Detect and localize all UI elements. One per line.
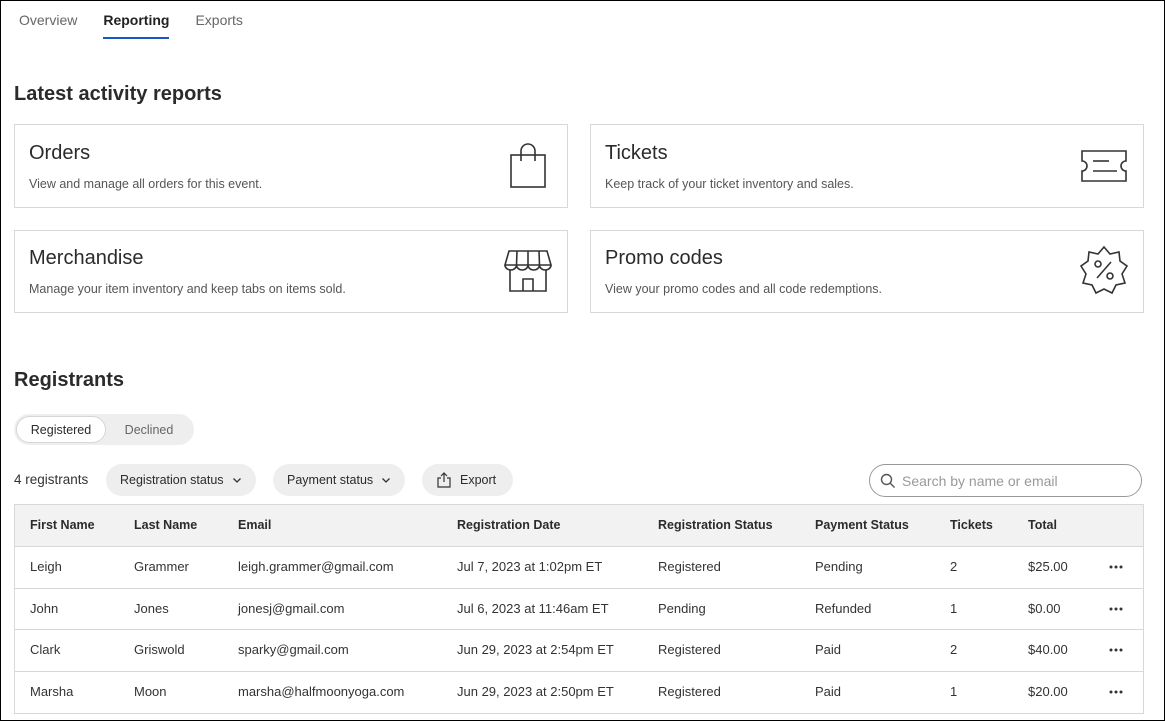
card-title: Tickets	[605, 142, 668, 164]
ticket-icon	[1081, 150, 1127, 182]
cell-registration-status: Registered	[658, 683, 721, 699]
registrants-table: First Name Last Name Email Registration …	[14, 504, 1144, 714]
registrants-heading: Registrants	[14, 369, 125, 391]
shopping-bag-icon	[510, 143, 546, 188]
cell-total: $0.00	[1028, 600, 1061, 616]
cell-email: marsha@halfmoonyoga.com	[238, 683, 405, 699]
filter-label: Payment status	[287, 473, 374, 487]
tickets-report-card[interactable]: Tickets Keep track of your ticket invent…	[590, 124, 1144, 208]
more-options-icon[interactable]	[1105, 639, 1127, 661]
column-header-registration-status[interactable]: Registration Status	[658, 518, 773, 532]
cell-total: $40.00	[1028, 642, 1068, 657]
export-button[interactable]: Export	[422, 464, 513, 496]
cell-total: $20.00	[1028, 683, 1068, 699]
card-title: Merchandise	[29, 247, 144, 269]
cell-last-name: Grammer	[134, 559, 189, 574]
cell-first-name: Leigh	[30, 559, 62, 574]
column-header-last-name[interactable]: Last Name	[134, 518, 197, 532]
toggle-declined[interactable]: Declined	[106, 416, 192, 443]
search-field[interactable]	[869, 464, 1142, 497]
cell-registration-date: Jul 6, 2023 at 11:46am ET	[457, 600, 609, 616]
search-icon	[880, 473, 895, 488]
cell-last-name: Griswold	[134, 642, 185, 657]
cell-first-name: John	[30, 600, 59, 616]
column-header-email[interactable]: Email	[238, 518, 271, 532]
merchandise-report-card[interactable]: Merchandise Manage your item inventory a…	[14, 230, 568, 313]
card-description: View and manage all orders for this even…	[29, 177, 263, 191]
share-export-icon	[437, 472, 451, 488]
cell-registration-status: Registered	[658, 642, 721, 657]
filter-label: Registration status	[120, 473, 224, 487]
card-description: Manage your item inventory and keep tabs…	[29, 282, 346, 296]
cell-tickets: 2	[950, 559, 958, 574]
cell-last-name: Jones	[134, 600, 169, 616]
cell-first-name: Clark	[30, 642, 61, 657]
table-row[interactable]: John Jones jonesj@gmail.com Jul 6, 2023 …	[15, 589, 1143, 630]
column-header-tickets[interactable]: Tickets	[950, 518, 993, 532]
table-row[interactable]: Clark Griswold sparky@gmail.com Jun 29, …	[15, 630, 1143, 672]
chevron-down-icon	[232, 478, 241, 483]
column-header-registration-date[interactable]: Registration Date	[457, 518, 561, 532]
cell-email: leigh.grammer@gmail.com	[238, 559, 394, 574]
cell-payment-status: Pending	[815, 559, 863, 574]
orders-report-card[interactable]: Orders View and manage all orders for th…	[14, 124, 568, 208]
payment-status-filter[interactable]: Payment status	[273, 464, 406, 496]
column-header-first-name[interactable]: First Name	[30, 518, 95, 532]
card-description: Keep track of your ticket inventory and …	[605, 177, 854, 191]
table-row[interactable]: Marsha Moon marsha@halfmoonyoga.com Jun …	[15, 672, 1143, 714]
column-header-payment-status[interactable]: Payment Status	[815, 518, 909, 532]
storefront-icon	[503, 250, 553, 292]
export-label: Export	[460, 473, 497, 487]
cell-payment-status: Paid	[815, 683, 842, 699]
activity-reports-heading: Latest activity reports	[14, 83, 222, 105]
card-title: Orders	[29, 142, 91, 164]
cell-tickets: 1	[950, 600, 958, 616]
cell-tickets: 1	[950, 683, 958, 699]
card-description: View your promo codes and all code redem…	[605, 282, 883, 296]
more-options-icon[interactable]	[1105, 681, 1127, 703]
cell-registration-date: Jun 29, 2023 at 2:50pm ET	[457, 683, 614, 699]
search-input[interactable]	[902, 472, 1132, 489]
registrant-count: 4 registrants	[14, 472, 89, 487]
more-options-icon[interactable]	[1105, 556, 1127, 578]
cell-registration-status: Registered	[658, 559, 721, 574]
table-header: First Name Last Name Email Registration …	[15, 505, 1143, 547]
cell-registration-date: Jul 7, 2023 at 1:02pm ET	[457, 559, 603, 574]
tab-reporting[interactable]: Reporting	[103, 1, 170, 39]
cell-email: sparky@gmail.com	[238, 642, 349, 657]
cell-registration-date: Jun 29, 2023 at 2:54pm ET	[457, 642, 614, 657]
cell-payment-status: Paid	[815, 642, 842, 657]
column-header-total[interactable]: Total	[1028, 518, 1057, 532]
chevron-down-icon	[382, 478, 391, 483]
table-row[interactable]: Leigh Grammer leigh.grammer@gmail.com Ju…	[15, 547, 1143, 589]
reporting-page: Overview Reporting Exports Latest activi…	[0, 0, 1165, 721]
registration-status-filter[interactable]: Registration status	[106, 464, 256, 496]
promo-codes-report-card[interactable]: Promo codes View your promo codes and al…	[590, 230, 1144, 313]
tab-bar: Overview Reporting Exports	[19, 1, 243, 39]
cell-total: $25.00	[1028, 559, 1068, 574]
cell-first-name: Marsha	[30, 683, 74, 699]
cell-registration-status: Pending	[658, 600, 706, 616]
cell-email: jonesj@gmail.com	[238, 600, 345, 616]
tab-exports[interactable]: Exports	[195, 1, 242, 39]
percent-badge-icon	[1079, 245, 1129, 295]
more-options-icon[interactable]	[1105, 598, 1127, 620]
card-title: Promo codes	[605, 247, 723, 269]
cell-payment-status: Refunded	[815, 600, 872, 616]
toggle-registered[interactable]: Registered	[16, 416, 106, 443]
cell-tickets: 2	[950, 642, 958, 657]
registration-toggle: Registered Declined	[14, 414, 194, 445]
cell-last-name: Moon	[134, 683, 167, 699]
tab-overview[interactable]: Overview	[19, 1, 77, 39]
